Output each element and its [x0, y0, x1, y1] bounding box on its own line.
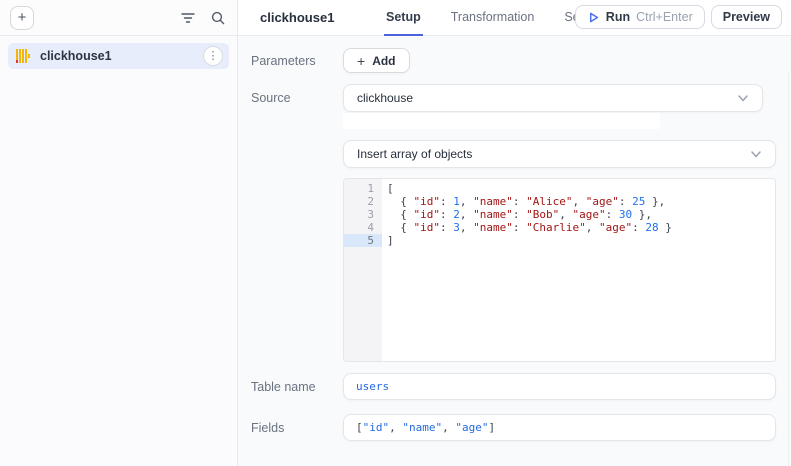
- query-item-label: clickhouse1: [40, 49, 195, 63]
- tab-transformation[interactable]: Transformation: [449, 0, 537, 36]
- main-header: clickhouse1 Setup Transformation Setting…: [238, 0, 791, 36]
- add-parameter-button[interactable]: + Add: [343, 48, 410, 73]
- search-icon[interactable]: [209, 9, 227, 27]
- fields-row: Fields ["id", "name", "age"]: [251, 414, 776, 441]
- blank-placeholder: [343, 113, 660, 129]
- source-select-value: clickhouse: [357, 91, 413, 105]
- plus-icon: +: [357, 53, 365, 69]
- filter-icon[interactable]: [179, 10, 197, 26]
- editor-row: 12345 [ { "id": 1, "name": "Alice", "age…: [251, 168, 776, 362]
- query-title: clickhouse1: [260, 10, 334, 25]
- parameters-row: Parameters + Add: [251, 48, 776, 73]
- editor-code[interactable]: [ { "id": 1, "name": "Alice", "age": 25 …: [382, 179, 775, 361]
- preview-button[interactable]: Preview: [711, 5, 782, 29]
- main-panel: clickhouse1 Setup Transformation Setting…: [238, 0, 791, 466]
- editor-gutter: 12345: [344, 179, 382, 361]
- run-label: Run: [606, 10, 630, 24]
- source-label: Source: [251, 91, 343, 105]
- fields-input[interactable]: ["id", "name", "age"]: [343, 414, 776, 441]
- play-icon: [587, 11, 600, 24]
- source-row: Source clickhouse: [251, 84, 776, 112]
- run-button[interactable]: Run Ctrl+Enter: [575, 5, 705, 29]
- table-name-row: Table name users: [251, 373, 776, 400]
- setup-form: Parameters + Add Source clickhouse: [238, 36, 791, 466]
- insert-mode-select[interactable]: Insert array of objects: [343, 140, 776, 168]
- chevron-down-icon: [750, 148, 762, 160]
- add-query-button[interactable]: +: [10, 6, 34, 30]
- fields-label: Fields: [251, 421, 343, 435]
- sidebar-item-clickhouse1[interactable]: clickhouse1 ⋮: [8, 43, 229, 69]
- insert-mode-value: Insert array of objects: [357, 147, 472, 161]
- sidebar: + clickhouse1 ⋮: [0, 0, 238, 466]
- table-name-label: Table name: [251, 380, 343, 394]
- json-code-editor: 12345 [ { "id": 1, "name": "Alice", "age…: [343, 178, 776, 362]
- tab-setup[interactable]: Setup: [384, 0, 423, 36]
- query-list: clickhouse1 ⋮: [0, 36, 237, 76]
- chevron-down-icon: [737, 92, 749, 104]
- sidebar-toolbar-icons: [179, 9, 227, 27]
- scrollbar-track[interactable]: [788, 72, 789, 466]
- header-actions: Run Ctrl+Enter Preview: [575, 5, 782, 29]
- sidebar-toolbar: +: [0, 0, 237, 36]
- add-parameter-label: Add: [372, 54, 395, 68]
- run-shortcut: Ctrl+Enter: [636, 10, 693, 24]
- kebab-menu-icon[interactable]: ⋮: [203, 46, 223, 66]
- clickhouse-icon: [16, 49, 32, 63]
- mode-row: Insert array of objects: [251, 140, 776, 168]
- app-root: + clickhouse1 ⋮ clickhouse1: [0, 0, 791, 466]
- source-subfield-row: [251, 112, 776, 129]
- table-name-input[interactable]: users: [343, 373, 776, 400]
- parameters-label: Parameters: [251, 54, 343, 68]
- source-select[interactable]: clickhouse: [343, 84, 763, 112]
